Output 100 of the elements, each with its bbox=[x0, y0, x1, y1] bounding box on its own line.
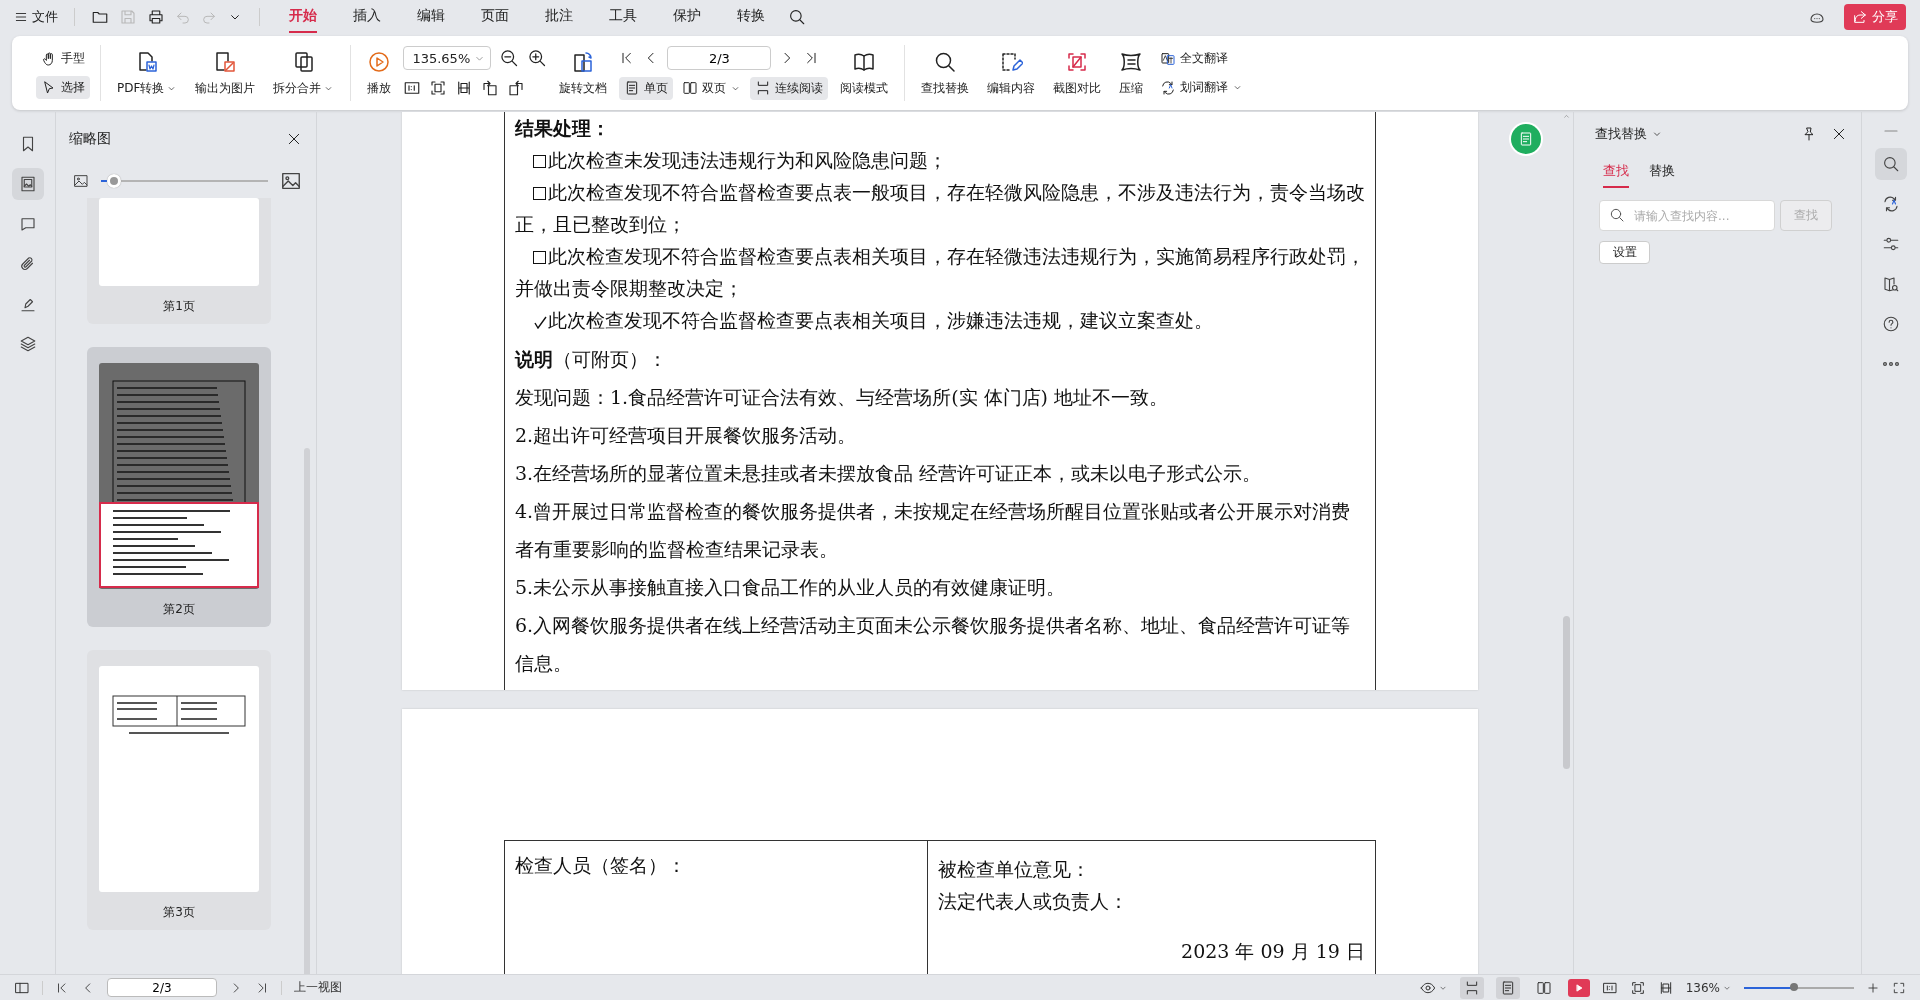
comment-icon bbox=[18, 215, 37, 233]
page-number-field[interactable]: 2/3 bbox=[107, 978, 217, 997]
export-image-button[interactable]: 输出为图片 bbox=[189, 45, 262, 101]
play-icon bbox=[367, 49, 392, 74]
previous-view-button[interactable]: 上一视图 bbox=[294, 979, 342, 996]
menu-tab[interactable]: 开始 bbox=[289, 1, 317, 33]
two-page-button[interactable]: 双页 bbox=[677, 76, 747, 100]
file-menu[interactable]: 文件 bbox=[14, 8, 58, 26]
date-text: 2023 年 09 月 19 日 bbox=[1180, 939, 1365, 964]
page-label: 第2页 bbox=[163, 601, 195, 617]
page-number-field[interactable]: 2/3 bbox=[667, 46, 772, 70]
paragraph: 5.未公示从事接触直接入口食品工作的从业人员的有效健康证明。 bbox=[515, 575, 1067, 600]
slider-thumb[interactable] bbox=[107, 174, 122, 188]
more-icon bbox=[1882, 361, 1900, 367]
word-translate-icon bbox=[1160, 79, 1177, 96]
checkbox-option: 此次检查发现不符合监督检查要点表一般项目，存在轻微风险隐患，不涉及违法行为，责令当场改正，且已整改到位； bbox=[515, 176, 1365, 240]
single-page-button[interactable] bbox=[1495, 976, 1520, 999]
settings-icon bbox=[1882, 235, 1900, 253]
share-icon bbox=[1852, 9, 1868, 25]
single-page-button[interactable]: 单页 bbox=[619, 76, 674, 100]
large-picture-icon bbox=[280, 170, 302, 192]
compress-button[interactable]: 压缩 bbox=[1113, 45, 1150, 101]
paragraph: 3.在经营场所的显著位置未悬挂或者未摆放食品 经营许可证正本，或未以电子形式公示。 bbox=[515, 461, 1263, 486]
paragraph: 2.超出许可经营项目开展餐饮服务活动。 bbox=[515, 423, 858, 448]
note-heading: 说明（可附页）： bbox=[515, 347, 668, 372]
slider-thumb[interactable] bbox=[1789, 982, 1798, 991]
menu-tab[interactable]: 插入 bbox=[353, 1, 381, 33]
help-icon bbox=[1882, 315, 1900, 333]
zoom-in-icon[interactable] bbox=[527, 48, 548, 68]
book-search-icon bbox=[1882, 275, 1900, 293]
zoom-out-icon[interactable] bbox=[499, 48, 520, 68]
floating-app-button[interactable] bbox=[1511, 124, 1541, 154]
play-button[interactable] bbox=[1567, 978, 1590, 997]
continuous-view-button[interactable] bbox=[1459, 976, 1484, 999]
rotate-left-icon[interactable] bbox=[481, 79, 500, 97]
zoom-slider[interactable] bbox=[1744, 986, 1854, 989]
screenshot-compare-button[interactable]: 截图对比 bbox=[1047, 45, 1108, 101]
export-image-icon bbox=[213, 49, 238, 74]
thumbnail-card[interactable]: 第2页 bbox=[87, 347, 271, 627]
zoom-field[interactable]: 135.65% bbox=[403, 46, 492, 70]
form-label: 法定代表人或负责人： bbox=[938, 889, 1129, 914]
search-field[interactable]: 请输入查找内容... bbox=[1599, 200, 1775, 231]
fullscreen-icon[interactable] bbox=[1892, 980, 1906, 995]
page-thumbnail[interactable] bbox=[99, 198, 259, 286]
menu-tab[interactable]: 保护 bbox=[673, 1, 701, 33]
search-icon[interactable] bbox=[788, 8, 806, 26]
panel-tab[interactable]: 查找 bbox=[1603, 162, 1629, 188]
pdf-convert-button[interactable]: PDF转换 bbox=[111, 45, 184, 101]
print-icon[interactable] bbox=[147, 8, 165, 26]
find-replace-button[interactable]: 查找替换 bbox=[915, 45, 976, 101]
menu-icon bbox=[14, 10, 28, 24]
share-button[interactable]: 分享 bbox=[1844, 4, 1906, 30]
menu-tab[interactable]: 工具 bbox=[609, 1, 637, 33]
menu-tab[interactable]: 转换 bbox=[737, 1, 765, 33]
fit-page-icon[interactable] bbox=[1629, 979, 1646, 996]
actual-size-icon[interactable] bbox=[403, 79, 422, 97]
rotate-right-icon[interactable] bbox=[507, 79, 526, 97]
thumbnail-card[interactable]: 第3页 bbox=[87, 650, 271, 930]
split-merge-button[interactable]: 拆分合并 bbox=[267, 45, 341, 101]
paragraph: 6.入网餐饮服务提供者在线上经营活动主页面未公示餐饮服务提供者名称、地址、食品经营许可证等信息。 bbox=[515, 613, 1352, 676]
word-translate-button[interactable]: 划词翻译 bbox=[1155, 76, 1249, 99]
full-translate-button[interactable]: 全文翻译 bbox=[1155, 47, 1249, 70]
edit-content-button[interactable]: 编辑内容 bbox=[981, 45, 1042, 101]
checkbox-option: 此次检查未发现违法违规行为和风险隐患问题； bbox=[515, 144, 1365, 176]
form-label: 被检查单位意见： bbox=[938, 857, 1091, 882]
reading-mode-button[interactable]: 阅读模式 bbox=[834, 45, 895, 101]
small-picture-icon bbox=[73, 173, 89, 189]
close-icon[interactable] bbox=[286, 131, 302, 147]
panel-title[interactable]: 查找替换 bbox=[1595, 125, 1647, 143]
zoom-dropdown[interactable]: 136% bbox=[1685, 980, 1732, 995]
two-page-icon bbox=[682, 80, 699, 96]
scrollbar[interactable] bbox=[1562, 616, 1570, 769]
page-label: 第1页 bbox=[163, 298, 195, 314]
paragraph: 发现问题：1.食品经营许可证合法有效、与经营场所(实 体门店) 地址不一致。 bbox=[515, 385, 1170, 410]
menu-tab[interactable]: 编辑 bbox=[417, 1, 445, 33]
panel-title: 缩略图 bbox=[69, 130, 111, 148]
search-icon bbox=[1882, 155, 1900, 173]
checkbox-option: 此次检查发现不符合监督检查要点表相关项目，存在轻微违法违规行为，实施简易程序行政处罚，并做出责令限期整改决定； bbox=[515, 240, 1365, 304]
menu-tab[interactable]: 页面 bbox=[481, 1, 509, 33]
search-tab[interactable] bbox=[1875, 148, 1907, 180]
select-tool-button[interactable]: 选择 bbox=[36, 76, 90, 99]
page-label: 第3页 bbox=[163, 904, 195, 920]
page-thumbnail[interactable] bbox=[99, 666, 259, 892]
page-thumbnail[interactable] bbox=[99, 363, 259, 589]
thumbnail-card[interactable]: 第1页 bbox=[87, 198, 271, 324]
two-page-icon bbox=[1535, 979, 1552, 996]
form-label: 检查人员（签名）： bbox=[515, 854, 686, 876]
translate-icon bbox=[1882, 195, 1900, 213]
play-button[interactable]: 播放 bbox=[361, 45, 398, 101]
thumbnail-tab[interactable] bbox=[11, 168, 44, 200]
hand-tool-button[interactable]: 手型 bbox=[36, 47, 90, 70]
panel-tab[interactable]: 替换 bbox=[1649, 162, 1675, 188]
close-icon[interactable] bbox=[1831, 126, 1847, 142]
continuous-reading-button[interactable]: 连续阅读 bbox=[750, 76, 829, 100]
fit-page-icon[interactable] bbox=[429, 79, 448, 97]
menu-tab[interactable]: 批注 bbox=[545, 1, 573, 33]
rotate-document-button[interactable]: 旋转文档 bbox=[553, 45, 614, 101]
layers-icon bbox=[18, 335, 37, 353]
checkbox-option: 此次检查发现不符合监督检查要点表相关项目，涉嫌违法违规，建议立案查处。 bbox=[515, 304, 1365, 336]
settings-button[interactable]: 设置 bbox=[1599, 241, 1650, 264]
